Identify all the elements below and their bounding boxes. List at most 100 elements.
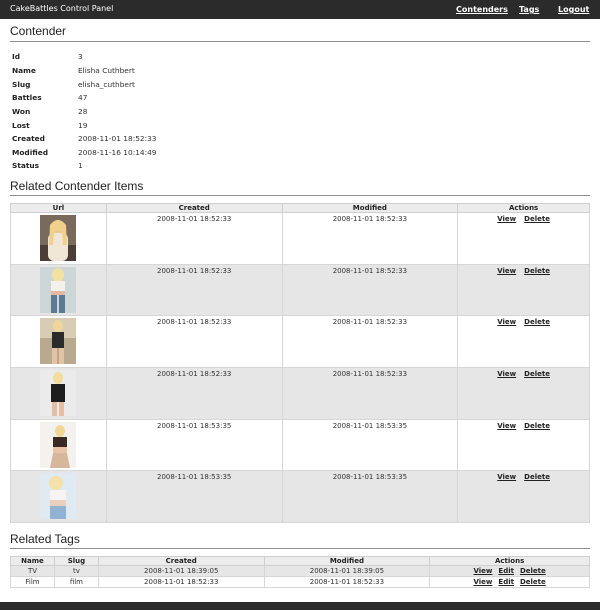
tag-name-cell: Film	[10, 576, 55, 588]
field-label-lost: Lost	[12, 121, 30, 130]
modified-cell: 2008-11-01 18:52:33	[281, 315, 459, 368]
table-row: 2008-11-01 18:53:35 2008-11-01 18:53:35 …	[10, 470, 590, 523]
edit-link[interactable]: Edit	[498, 578, 514, 586]
modified-cell: 2008-11-01 18:53:35	[281, 419, 459, 471]
modified-cell: 2008-11-01 18:52:33	[281, 212, 459, 265]
delete-link[interactable]: Delete	[520, 578, 546, 586]
view-link[interactable]: View	[497, 420, 516, 430]
field-label-status: Status	[12, 161, 40, 170]
view-link[interactable]: View	[497, 265, 516, 275]
url-cell	[10, 470, 107, 523]
field-label-name: Name	[12, 66, 36, 75]
url-cell	[10, 315, 107, 368]
nav-contenders-link[interactable]: Contenders	[456, 5, 508, 14]
items-header-row: Url Created Modified Actions	[10, 203, 590, 213]
modified-cell: 2008-11-01 18:52:33	[281, 367, 459, 420]
column-header-url: Url	[10, 203, 107, 213]
edit-link[interactable]: Edit	[498, 567, 514, 575]
table-row: Film film 2008-11-01 18:52:33 2008-11-01…	[10, 576, 590, 588]
delete-link[interactable]: Delete	[524, 420, 550, 430]
view-link[interactable]: View	[473, 578, 492, 586]
table-row: TV tv 2008-11-01 18:39:05 2008-11-01 18:…	[10, 565, 590, 577]
view-link[interactable]: View	[497, 316, 516, 326]
table-row: 2008-11-01 18:52:33 2008-11-01 18:52:33 …	[10, 367, 590, 420]
table-row: 2008-11-01 18:52:33 2008-11-01 18:52:33 …	[10, 212, 590, 265]
contender-heading: Contender	[10, 24, 67, 38]
actions-cell: View Delete	[457, 315, 590, 368]
tag-modified-cell: 2008-11-01 18:52:33	[263, 576, 431, 588]
app-title: CakeBattles Control Panel	[10, 4, 114, 13]
column-header-modified: Modified	[263, 556, 431, 566]
contender-photo-thumbnail[interactable]	[40, 318, 77, 364]
column-header-modified: Modified	[281, 203, 459, 213]
contender-photo-thumbnail[interactable]	[40, 215, 77, 261]
tag-slug-cell: tv	[53, 565, 99, 577]
actions-cell: View Delete	[457, 212, 590, 265]
column-header-name: Name	[10, 556, 55, 566]
related-tags-heading: Related Tags	[10, 532, 80, 546]
column-header-actions: Actions	[457, 203, 590, 213]
field-value-id: 3	[78, 52, 83, 61]
delete-link[interactable]: Delete	[524, 213, 550, 223]
actions-cell: View Delete	[457, 264, 590, 316]
table-row: 2008-11-01 18:53:35 2008-11-01 18:53:35 …	[10, 419, 590, 471]
created-cell: 2008-11-01 18:53:35	[105, 470, 283, 523]
view-link[interactable]: View	[497, 368, 516, 378]
delete-link[interactable]: Delete	[524, 265, 550, 275]
related-items-heading-rule	[10, 195, 590, 196]
modified-cell: 2008-11-01 18:52:33	[281, 264, 459, 316]
contender-photo-thumbnail[interactable]	[40, 422, 77, 468]
created-cell: 2008-11-01 18:52:33	[105, 264, 283, 316]
field-label-battles: Battles	[12, 93, 42, 102]
field-value-battles: 47	[78, 93, 88, 102]
field-label-won: Won	[12, 107, 31, 116]
related-tags-heading-rule	[10, 548, 590, 549]
related-tags-table: Name Slug Created Modified Actions TV tv…	[10, 556, 590, 588]
created-cell: 2008-11-01 18:52:33	[105, 315, 283, 368]
delete-link[interactable]: Delete	[524, 316, 550, 326]
contender-photo-thumbnail[interactable]	[40, 267, 77, 313]
url-cell	[10, 264, 107, 316]
delete-link[interactable]: Delete	[520, 567, 546, 575]
tag-created-cell: 2008-11-01 18:39:05	[97, 565, 265, 577]
nav-tags-link[interactable]: Tags	[519, 5, 539, 14]
tag-slug-cell: film	[53, 576, 99, 588]
contender-photo-thumbnail[interactable]	[40, 370, 77, 416]
table-row: 2008-11-01 18:52:33 2008-11-01 18:52:33 …	[10, 315, 590, 368]
top-bar: CakeBattles Control Panel Contenders Tag…	[0, 0, 600, 19]
tag-actions-cell: View Edit Delete	[429, 576, 590, 588]
view-link[interactable]: View	[473, 567, 492, 575]
created-cell: 2008-11-01 18:52:33	[105, 367, 283, 420]
delete-link[interactable]: Delete	[524, 368, 550, 378]
field-value-lost: 19	[78, 121, 88, 130]
field-label-slug: Slug	[12, 80, 31, 89]
view-link[interactable]: View	[497, 213, 516, 223]
actions-cell: View Delete	[457, 367, 590, 420]
tag-modified-cell: 2008-11-01 18:39:05	[263, 565, 431, 577]
field-value-modified: 2008-11-16 10:14:49	[78, 148, 157, 157]
related-items-table: Url Created Modified Actions 2008-11-01 …	[10, 203, 590, 523]
nav-logout-link[interactable]: Logout	[558, 5, 589, 14]
created-cell: 2008-11-01 18:52:33	[105, 212, 283, 265]
tag-created-cell: 2008-11-01 18:52:33	[97, 576, 265, 588]
field-value-created: 2008-11-01 18:52:33	[78, 134, 157, 143]
url-cell	[10, 367, 107, 420]
tag-actions-cell: View Edit Delete	[429, 565, 590, 577]
column-header-created: Created	[97, 556, 265, 566]
footer-bar	[0, 602, 600, 610]
actions-cell: View Delete	[457, 470, 590, 523]
url-cell	[10, 212, 107, 265]
field-label-id: Id	[12, 52, 21, 61]
field-value-name: Elisha Cuthbert	[78, 66, 135, 75]
view-link[interactable]: View	[497, 471, 516, 481]
modified-cell: 2008-11-01 18:53:35	[281, 470, 459, 523]
actions-cell: View Delete	[457, 419, 590, 471]
field-value-won: 28	[78, 107, 88, 116]
contender-photo-thumbnail[interactable]	[40, 473, 77, 519]
delete-link[interactable]: Delete	[524, 471, 550, 481]
column-header-actions: Actions	[429, 556, 590, 566]
field-value-status: 1	[78, 161, 83, 170]
column-header-created: Created	[105, 203, 283, 213]
url-cell	[10, 419, 107, 471]
tag-name-cell: TV	[10, 565, 55, 577]
